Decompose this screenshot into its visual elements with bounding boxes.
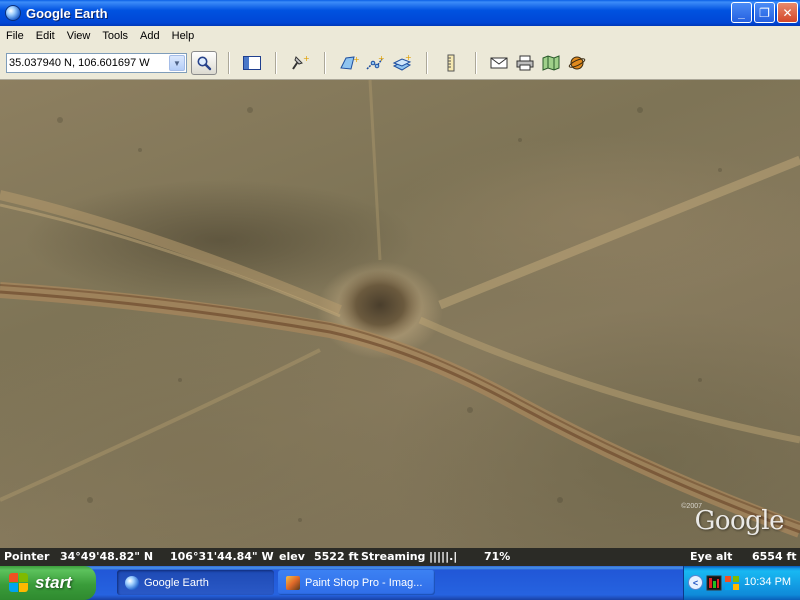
polygon-icon: +	[340, 55, 359, 70]
minimize-button[interactable]: _	[731, 2, 752, 23]
search-button[interactable]	[191, 51, 217, 75]
close-button[interactable]: ✕	[777, 2, 798, 23]
pointer-latitude: 34°49'48.82" N	[60, 550, 154, 563]
svg-text:+: +	[378, 54, 385, 63]
dropdown-arrow-icon[interactable]: ▼	[169, 55, 185, 71]
path-icon: +	[366, 54, 385, 70]
map-view[interactable]: ©2007 Google	[0, 80, 800, 548]
add-polygon-button[interactable]: +	[338, 53, 360, 73]
image-overlay-icon: +	[392, 54, 412, 71]
windows-flag-tray-icon[interactable]	[724, 575, 740, 591]
search-input[interactable]	[7, 57, 167, 69]
planet-icon	[568, 56, 586, 70]
toolbar-separator	[228, 52, 229, 74]
taskbar-paint-shop-pro[interactable]: Paint Shop Pro - Imag...	[278, 570, 435, 595]
email-button[interactable]	[488, 53, 510, 73]
streaming-label: Streaming	[361, 550, 426, 563]
start-button[interactable]: start	[0, 566, 96, 600]
print-button[interactable]	[514, 53, 536, 73]
clock[interactable]: 10:34 PM	[744, 576, 791, 588]
toolbar: ▼ + + +	[0, 46, 800, 80]
task-label: Google Earth	[144, 576, 209, 589]
network-meter-icon[interactable]	[706, 575, 722, 591]
menu-help[interactable]: Help	[166, 30, 201, 42]
start-label: start	[35, 573, 72, 592]
windows-logo-icon	[9, 573, 29, 593]
add-image-overlay-button[interactable]: +	[391, 53, 413, 73]
menu-bar: File Edit View Tools Add Help	[0, 26, 800, 46]
pointer-longitude: 106°31'44.84" W	[170, 550, 274, 563]
switch-to-sky-button[interactable]	[566, 53, 588, 73]
system-tray: < 10:34 PM	[683, 566, 800, 600]
title-bar[interactable]: Google Earth _ ❐ ✕	[0, 0, 800, 26]
eye-alt-value: 6554 ft	[752, 550, 797, 563]
add-placemark-button[interactable]: +	[289, 53, 311, 73]
streaming-percent: 71%	[484, 550, 511, 563]
magnifier-icon	[197, 56, 212, 71]
task-label: Paint Shop Pro - Imag...	[305, 576, 423, 589]
svg-text:+: +	[405, 54, 412, 62]
toolbar-separator	[275, 52, 276, 74]
pointer-label: Pointer	[4, 550, 50, 563]
map-book-icon	[542, 55, 560, 71]
taskbar-google-earth[interactable]: Google Earth	[117, 570, 274, 595]
toolbar-separator	[324, 52, 325, 74]
google-earth-icon	[5, 5, 21, 21]
toolbar-separator	[426, 52, 427, 74]
toolbar-separator	[475, 52, 476, 74]
add-path-button[interactable]: +	[364, 53, 386, 73]
sidebar-toggle-button[interactable]	[241, 53, 263, 73]
printer-icon	[516, 55, 534, 71]
svg-text:+: +	[303, 54, 310, 63]
sidebar-icon	[243, 56, 261, 70]
paint-shop-pro-icon	[286, 575, 300, 590]
menu-view[interactable]: View	[61, 30, 97, 42]
placemark-pin-icon: +	[292, 54, 310, 70]
taskbar: start Google Earth Paint Shop Pro - Imag…	[0, 566, 800, 600]
elevation-value: 5522 ft	[314, 550, 359, 563]
status-bar: Pointer 34°49'48.82" N 106°31'44.84" W e…	[0, 548, 800, 566]
menu-tools[interactable]: Tools	[96, 30, 134, 42]
menu-edit[interactable]: Edit	[30, 30, 61, 42]
google-earth-task-icon	[125, 575, 139, 590]
envelope-icon	[490, 57, 508, 69]
menu-file[interactable]: File	[0, 30, 30, 42]
window-title: Google Earth	[26, 5, 108, 21]
view-in-maps-button[interactable]	[540, 53, 562, 73]
ruler-icon	[447, 54, 455, 72]
aerial-imagery	[0, 80, 800, 538]
maximize-button[interactable]: ❐	[754, 2, 775, 23]
svg-text:+: +	[353, 55, 359, 64]
show-hidden-icons-button[interactable]: <	[688, 575, 703, 590]
search-combo[interactable]: ▼	[6, 53, 187, 73]
menu-add[interactable]: Add	[134, 30, 166, 42]
ruler-button[interactable]	[440, 53, 462, 73]
eye-alt-label: Eye alt	[690, 550, 733, 563]
streaming-progress-bar: |||||.|	[429, 550, 458, 563]
elevation-label: elev	[279, 550, 305, 563]
google-watermark: Google	[694, 506, 785, 536]
